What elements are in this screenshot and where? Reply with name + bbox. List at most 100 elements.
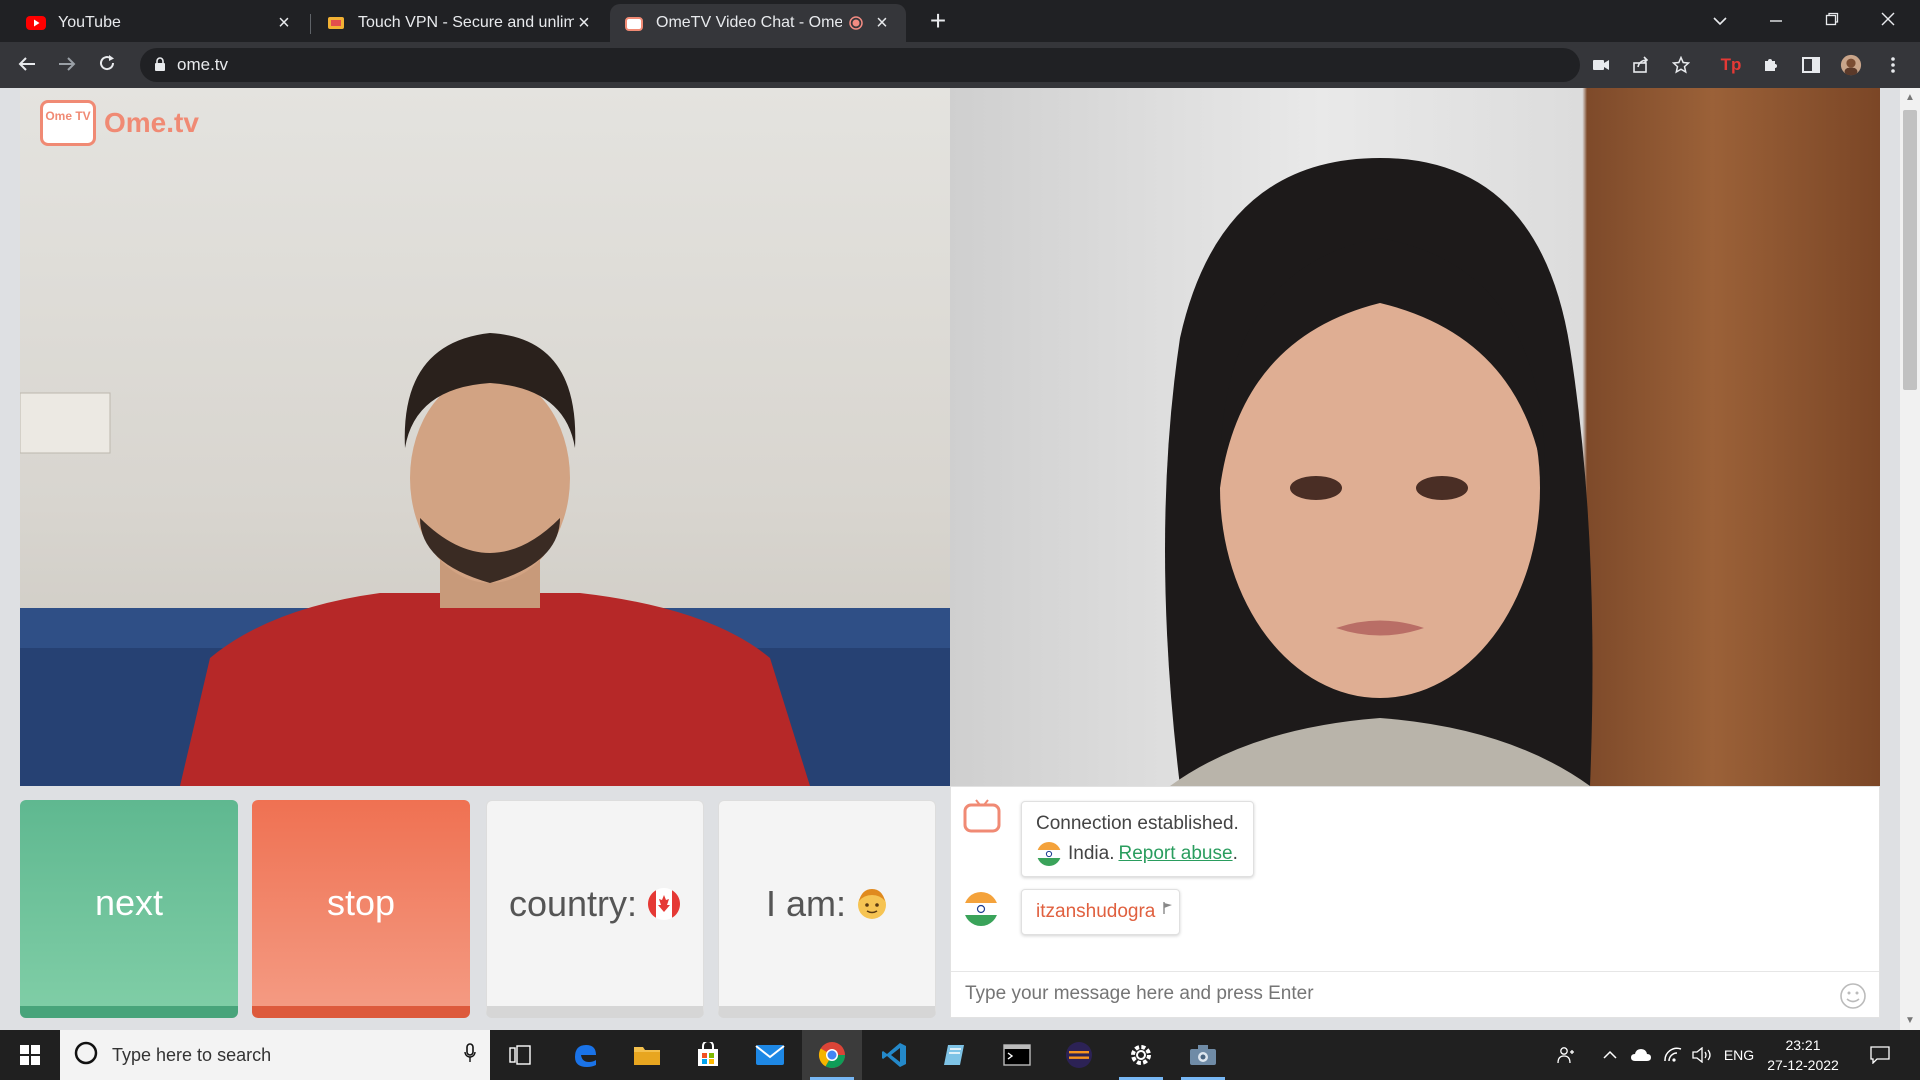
extensions-puzzle-icon[interactable]	[1760, 54, 1782, 76]
clock-date: 27-12-2022	[1767, 1057, 1839, 1073]
ometv-logo-text: Ome.tv	[104, 107, 199, 138]
close-tab-icon[interactable]: ×	[872, 12, 892, 35]
scrollbar-thumb[interactable]	[1903, 110, 1917, 390]
tab-ometv[interactable]: OmeTV Video Chat - Omegle ×	[610, 4, 906, 42]
edge-browser-icon[interactable]	[555, 1030, 615, 1080]
task-view-icon[interactable]	[490, 1030, 550, 1080]
taskbar-search-box[interactable]: Type here to search	[60, 1030, 490, 1080]
lock-icon	[154, 57, 166, 77]
clock-time: 23:21	[1785, 1037, 1821, 1053]
bookmark-star-icon[interactable]	[1670, 54, 1692, 76]
back-button[interactable]	[12, 50, 42, 80]
ometv-system-avatar-icon	[963, 799, 1001, 838]
file-explorer-icon[interactable]	[617, 1030, 677, 1080]
ometv-logo-badge: Ome TV	[40, 100, 96, 146]
taskbar-search-placeholder: Type here to search	[112, 1044, 272, 1065]
settings-gear-icon[interactable]	[1111, 1030, 1171, 1080]
side-panel-icon[interactable]	[1800, 54, 1822, 76]
url-text: ome.tv	[177, 55, 229, 74]
local-camera-image	[20, 333, 950, 786]
input-language-indicator[interactable]: ENG	[1720, 1030, 1758, 1080]
new-tab-button[interactable]: +	[922, 6, 954, 38]
ometv-logo[interactable]: Ome TV Ome.tv	[40, 100, 199, 146]
remote-video-feed	[950, 88, 1880, 786]
report-suffix: .	[1232, 843, 1238, 864]
tab-title: OmeTV Video Chat - Omegle	[656, 14, 842, 31]
people-icon[interactable]	[1550, 1030, 1582, 1080]
chat-input-bar	[951, 971, 1879, 1017]
camera-app-icon[interactable]	[1173, 1030, 1233, 1080]
close-window-button[interactable]	[1860, 0, 1916, 40]
youtube-icon	[26, 13, 46, 33]
eclipse-ide-icon[interactable]	[1049, 1030, 1109, 1080]
browser-tab-strip: YouTube × Touch VPN - Secure and unlimit…	[0, 0, 1920, 42]
tab-title: Touch VPN - Secure and unlimited	[358, 14, 574, 31]
onedrive-cloud-icon[interactable]	[1626, 1030, 1656, 1080]
report-abuse-link[interactable]: Report abuse	[1118, 839, 1232, 869]
profile-avatar[interactable]	[1840, 54, 1862, 76]
vpn-icon	[326, 13, 346, 33]
share-icon[interactable]	[1630, 54, 1652, 76]
country-button-label: country:	[508, 882, 638, 924]
tab-youtube[interactable]: YouTube ×	[12, 4, 308, 42]
restore-button[interactable]	[1804, 0, 1860, 40]
forward-button[interactable]	[52, 50, 82, 80]
chrome-icon[interactable]	[802, 1030, 862, 1080]
address-bar[interactable]: ome.tv	[140, 48, 1580, 82]
emoji-smile-icon[interactable]	[1839, 982, 1867, 1015]
stop-button-label: stop	[326, 882, 396, 923]
ometv-icon	[624, 13, 644, 33]
ometv-page: Ome TV Ome.tv next stop country: I am: C…	[0, 88, 1920, 1030]
touch-vpn-extension-icon[interactable]: Tp	[1720, 54, 1742, 76]
system-message: Connection established. India. Report ab…	[1021, 801, 1254, 877]
close-tab-icon[interactable]: ×	[274, 12, 294, 35]
report-flag-icon[interactable]	[1163, 894, 1173, 924]
tab-search-icon[interactable]	[1692, 0, 1748, 40]
partner-flag-avatar-icon	[963, 891, 999, 932]
wifi-icon[interactable]	[1658, 1030, 1688, 1080]
chat-message-input[interactable]	[965, 972, 1825, 1016]
windows-start-button[interactable]	[0, 1030, 60, 1080]
partner-country-row: India. Report abuse .	[1036, 839, 1239, 869]
next-button-label: next	[94, 882, 164, 923]
canada-flag-icon	[647, 887, 681, 921]
mail-icon[interactable]	[740, 1030, 800, 1080]
system-clock[interactable]: 23:21 27-12-2022	[1758, 1035, 1848, 1075]
notes-app-icon[interactable]	[925, 1030, 985, 1080]
partner-name-message: itzanshudogra	[1021, 889, 1181, 935]
tab-title: YouTube	[58, 14, 121, 31]
page-scrollbar[interactable]: ▲ ▼	[1900, 88, 1920, 1030]
partner-country-text: India.	[1068, 843, 1115, 864]
man-face-icon	[856, 887, 888, 921]
scroll-down-arrow-icon[interactable]: ▼	[1900, 1015, 1920, 1026]
tab-separator	[310, 14, 311, 34]
browser-menu-icon[interactable]	[1882, 54, 1904, 76]
volume-speaker-icon[interactable]	[1688, 1030, 1718, 1080]
scroll-up-arrow-icon[interactable]: ▲	[1900, 92, 1920, 103]
india-flag-icon	[1036, 841, 1062, 867]
microsoft-store-icon[interactable]	[678, 1030, 738, 1080]
camera-in-use-icon[interactable]	[1590, 54, 1612, 76]
remote-camera-image	[1165, 158, 1593, 786]
close-tab-icon[interactable]: ×	[574, 12, 594, 35]
microphone-icon[interactable]	[464, 1042, 476, 1068]
show-hidden-icons-chevron-icon[interactable]	[1596, 1030, 1624, 1080]
terminal-icon[interactable]	[987, 1030, 1047, 1080]
connection-status-text: Connection established.	[1036, 813, 1239, 834]
gender-selector-button[interactable]: I am:	[718, 800, 936, 1018]
action-center-notification-icon[interactable]	[1860, 1030, 1900, 1080]
tab-touch-vpn[interactable]: Touch VPN - Secure and unlimited ×	[312, 4, 608, 42]
chat-panel: Connection established. India. Report ab…	[950, 786, 1880, 1018]
minimize-button[interactable]	[1748, 0, 1804, 40]
reload-button[interactable]	[92, 50, 122, 80]
cortana-circle-icon	[74, 1041, 98, 1070]
stop-button[interactable]: stop	[252, 800, 470, 1018]
recording-icon	[848, 13, 864, 33]
windows-taskbar: Type here to search ENG 23:21 27-12-2022	[0, 1030, 1920, 1080]
next-button[interactable]: next	[20, 800, 238, 1018]
local-video-feed: Ome TV Ome.tv	[20, 88, 950, 786]
vscode-icon[interactable]	[864, 1030, 924, 1080]
partner-username[interactable]: itzanshudogra	[1036, 901, 1155, 922]
country-selector-button[interactable]: country:	[486, 800, 704, 1018]
gender-button-label: I am:	[765, 882, 846, 924]
